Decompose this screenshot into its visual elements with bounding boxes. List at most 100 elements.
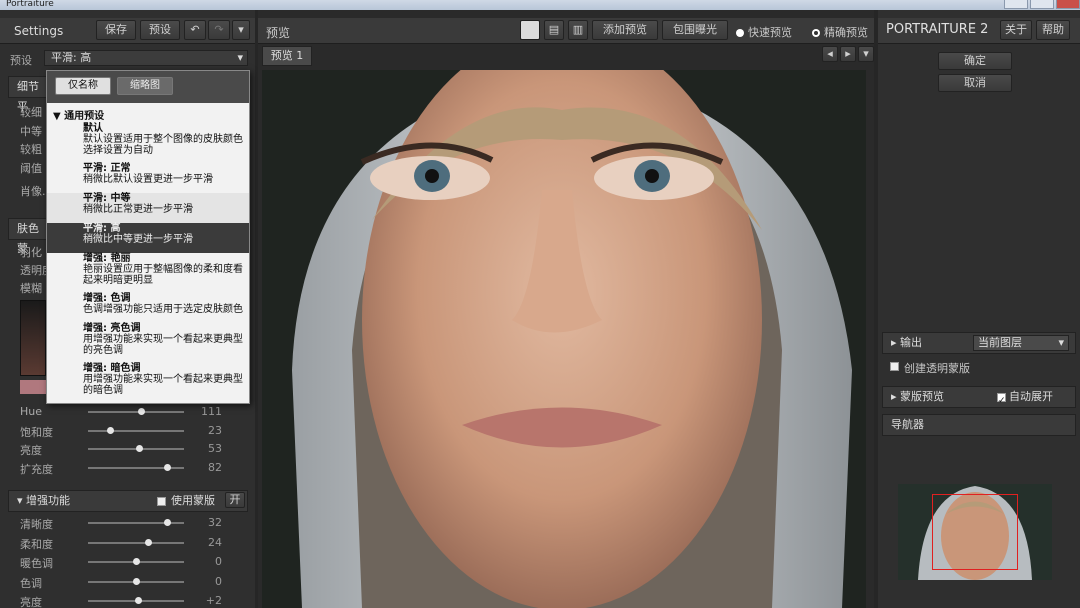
preset-menu-item[interactable]: 增强: 亮色调 用增强功能来实现一个看起来更典型的亮色调 [47,323,249,363]
preset-item-title: 默认 [83,123,103,134]
preset-select[interactable]: 平滑: 高 ▾ [44,50,248,66]
accurate-preview-radio[interactable]: 精确预览 [812,24,868,40]
help-button[interactable]: 帮助 [1036,20,1070,40]
split-vertical-icon[interactable]: ▥ [568,20,588,40]
preset-item-desc: 艳丽设置应用于整幅图像的柔和度看起来明暗更明显 [83,264,243,286]
skin-color-swatch[interactable] [20,380,46,394]
preset-button[interactable]: 预设 [140,20,180,40]
ok-button[interactable]: 确定 [938,52,1012,70]
detail-row-label: 阈值 [20,162,42,175]
auto-expand-checkbox[interactable]: ✓ [997,393,1006,406]
preset-menu-item[interactable]: 增强: 艳丽 艳丽设置应用于整幅图像的柔和度看起来明暗更明显 [47,253,249,293]
fast-preview-radio[interactable]: 快速预览 [736,24,792,40]
slider-track[interactable] [88,519,184,526]
slider-track[interactable] [88,408,184,415]
tab-menu-icon[interactable]: ▾ [858,46,874,62]
about-button[interactable]: 关于 [1000,20,1032,40]
preview-title: 预览 [266,26,291,40]
output-select[interactable]: 当前图层 ▾ [973,335,1069,351]
slider-knob[interactable] [135,445,143,452]
preset-item-desc: 色调增强功能只适用于选定皮肤颜色 [83,304,243,315]
use-mask-checkbox[interactable] [157,497,166,506]
slider-label: 饱和度 [20,425,53,439]
close-icon[interactable] [1056,0,1080,9]
slider-track[interactable] [88,426,184,434]
output-select-value: 当前图层 [978,336,1022,349]
preset-menu-item[interactable]: 平滑: 高稍微比中等更进一步平滑 [47,223,249,253]
chevron-down-icon[interactable]: ▾ [232,20,250,40]
slider-value: 82 [208,460,222,474]
mask-preview-section[interactable]: ▸ 蒙版预览 ✓ 自动展开 [882,386,1076,408]
maximize-icon[interactable] [1030,0,1054,9]
tab-name-only[interactable]: 仅名称 [55,77,111,95]
save-button[interactable]: 保存 [96,20,136,40]
slider-knob[interactable] [134,597,142,604]
portrait-image [262,70,866,608]
slider-knob[interactable] [163,519,171,526]
detail-row-label: 较细 [20,106,42,119]
slider-track[interactable] [88,577,184,585]
preset-menu-item[interactable]: 增强: 色调 色调增强功能只适用于选定皮肤颜色 [47,293,249,323]
skin-row-label: 模糊 [20,282,42,295]
enhance-section-title: 增强功能 [26,494,71,507]
slider-label: 色调 [20,576,42,590]
slider-track[interactable] [88,538,184,546]
slider-knob[interactable] [163,463,171,471]
preset-menu-item[interactable]: 默认 默认设置适用于整个图像的皮肤颜色选择设置为自动 [47,123,249,163]
navigator-view-rect[interactable] [932,494,1018,570]
slider-value: 24 [208,535,222,549]
undo-icon[interactable]: ↶ [184,20,206,40]
tab-next-icon[interactable]: ▸ [840,46,856,62]
slider-label: 暖色调 [20,557,53,570]
preview-image[interactable] [262,70,866,608]
slider-track[interactable] [88,558,184,565]
preset-menu-item[interactable]: 增强: 暗色调 用增强功能来实现一个看起来更典型的暗色调 [47,363,249,403]
cancel-button[interactable]: 取消 [938,74,1012,92]
slider-knob[interactable] [133,558,140,565]
preview-tab-1[interactable]: 预览 1 [262,46,312,66]
detail-row-label: 较粗 [20,143,42,156]
slider-value: 111 [201,405,222,418]
slider-knob[interactable] [144,538,152,546]
skin-row-label: 羽化 [20,246,42,259]
slider-track[interactable] [88,445,184,452]
add-preview-button[interactable]: 添加预览 [592,20,658,40]
redo-icon[interactable]: ↷ [208,20,230,40]
preset-menu-item[interactable]: 平滑: 正常 稍微比默认设置更进一步平滑 [47,163,249,193]
minimize-icon[interactable] [1004,0,1028,9]
clipping-button[interactable]: 包围曝光 [662,20,728,40]
preset-select-value: 平滑: 高 [51,51,92,64]
tab-prev-icon[interactable]: ◂ [822,46,838,62]
slider-track[interactable] [88,463,184,471]
enhance-section-header[interactable]: ▾ 增强功能 使用蒙版 开 [8,490,248,512]
fast-preview-label: 快速预览 [748,26,792,39]
window-titlebar: Portraiture [0,0,1080,10]
slider-label: 清晰度 [20,518,53,531]
preset-item-desc: 用增强功能来实现一个看起来更典型的亮色调 [83,334,243,356]
detail-section-header[interactable]: 细节平 [8,76,48,113]
menu-group-header[interactable]: ▼ 通用预设 [53,107,104,122]
output-section[interactable]: ▸ 输出 当前图层 ▾ [882,332,1076,354]
single-view-icon[interactable] [520,20,540,40]
portraiture-window: Portraiture Settings 保存 预设 ↶ ↷ ▾ 预设 平滑: … [0,0,1080,608]
skin-mask-section-header[interactable]: 肤色蒙 [8,218,48,255]
right-header: PORTRAITURE 2 关于 帮助 [878,18,1080,44]
triangle-right-icon: ▸ [891,390,901,403]
slider-knob[interactable] [137,408,145,415]
enhance-toggle-button[interactable]: 开 [225,492,245,508]
use-mask-label: 使用蒙版 [171,494,215,507]
detail-row-label: 中等 [20,125,42,138]
preset-item-title: 增强: 亮色调 [83,323,141,334]
preset-dropdown-menu: 仅名称 缩略图 ▼ 通用预设 默认 默认设置适用于整个图像的皮肤颜色选择设置为自动… [46,70,250,404]
split-horizontal-icon[interactable]: ▤ [544,20,564,40]
slider-knob[interactable] [107,426,115,434]
transparent-mask-checkbox[interactable] [890,362,899,371]
preset-item-title: 增强: 色调 [83,293,131,304]
slider-track[interactable] [88,597,184,604]
skin-color-picker[interactable] [20,300,46,376]
navigator-thumbnail[interactable] [898,484,1052,580]
slider-knob[interactable] [133,577,140,585]
tab-thumbnail[interactable]: 缩略图 [117,77,173,95]
navigator-section[interactable]: 导航器 [882,414,1076,436]
preset-menu-item[interactable]: 平滑: 中等 稍微比正常更进一步平滑 [47,193,249,223]
